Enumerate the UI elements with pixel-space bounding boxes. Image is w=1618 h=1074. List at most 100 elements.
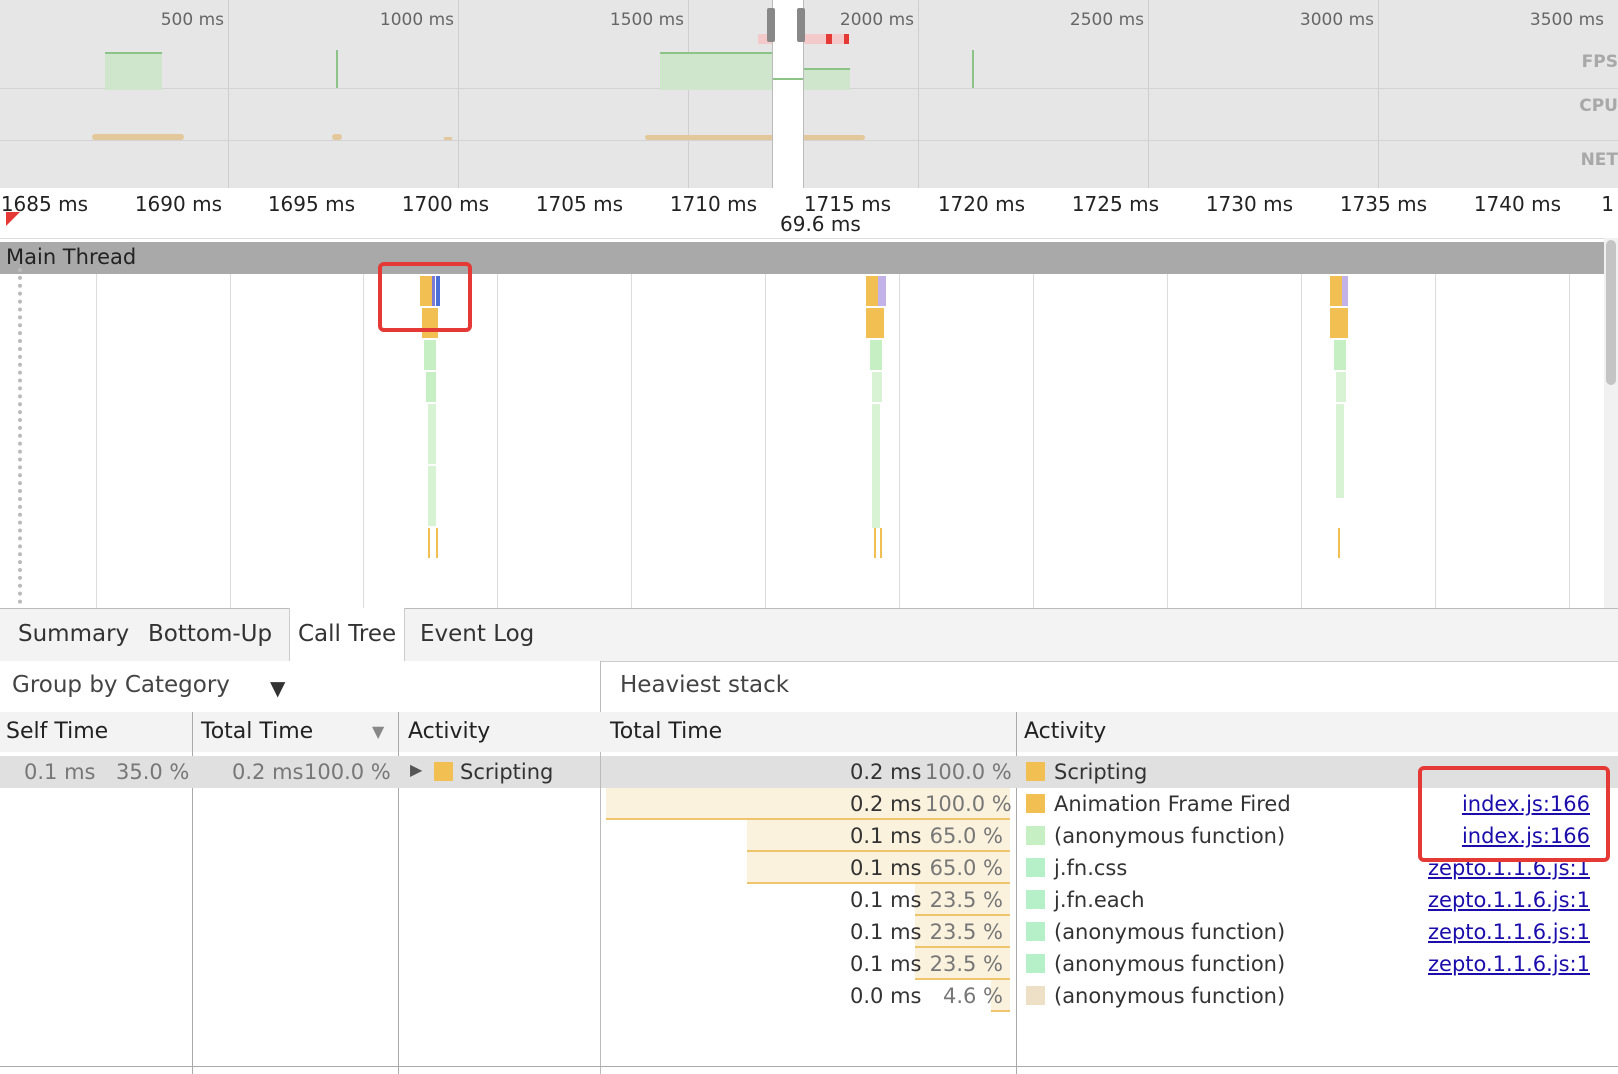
flame-event[interactable] <box>866 276 878 306</box>
fps-bar <box>105 52 162 90</box>
flame-chart[interactable] <box>0 274 1604 608</box>
fps-lane-label: FPS <box>1581 52 1618 72</box>
source-link[interactable]: zepto.1.1.6.js:1 <box>1428 952 1590 976</box>
stack-activity-name: Animation Frame Fired <box>1054 792 1291 816</box>
fps-bar <box>336 50 338 88</box>
cpu-activity <box>92 134 184 140</box>
heaviest-stack-title: Heaviest stack <box>620 672 790 698</box>
col-self-time[interactable]: Self Time <box>0 712 198 752</box>
long-frame-marker <box>844 34 849 44</box>
annotation-highlight-box <box>1418 766 1610 862</box>
stack-total-ms: 0.2 ms <box>850 792 922 816</box>
fps-bar <box>972 50 974 88</box>
ruler-tick: 1725 ms <box>1071 192 1159 216</box>
frame-marker-line <box>18 268 22 604</box>
stack-activity-name: (anonymous function) <box>1054 920 1286 944</box>
fps-bar <box>660 52 772 90</box>
overview-gridline <box>1378 0 1379 188</box>
flame-event[interactable] <box>1330 276 1342 306</box>
stack-total-pct: 65.0 % <box>929 824 1003 848</box>
flame-event[interactable] <box>872 372 882 402</box>
flame-event[interactable] <box>428 466 436 526</box>
activity-name: Scripting <box>460 760 554 784</box>
col-activity[interactable]: Activity <box>398 712 610 752</box>
flame-event[interactable] <box>1336 372 1346 402</box>
stack-total-ms: 0.1 ms <box>850 952 922 976</box>
flame-gridline <box>631 274 632 608</box>
flame-gridline <box>899 274 900 608</box>
stack-total-ms: 0.1 ms <box>850 888 922 912</box>
flame-event[interactable] <box>1342 276 1348 306</box>
net-lane-label: NET <box>1580 150 1618 170</box>
main-thread-header[interactable] <box>0 242 1604 274</box>
source-link[interactable]: zepto.1.1.6.js:1 <box>1428 888 1590 912</box>
ruler-tick: 1695 ms <box>267 192 355 216</box>
group-by-select[interactable]: Group by Category <box>12 672 230 698</box>
flame-gridline <box>363 274 364 608</box>
stack-activity-name: (anonymous function) <box>1054 824 1286 848</box>
overview-tick: 3500 ms <box>1529 10 1604 30</box>
stack-total-pct: 23.5 % <box>929 920 1003 944</box>
category-color-swatch <box>1026 858 1045 877</box>
category-color-swatch <box>1026 986 1045 1005</box>
flame-event[interactable] <box>866 308 884 338</box>
flame-event[interactable] <box>872 404 880 528</box>
annotation-highlight-box <box>378 262 472 332</box>
flame-gridline <box>1301 274 1302 608</box>
flame-event[interactable] <box>1338 528 1340 558</box>
tab-call-tree[interactable]: Call Tree <box>289 608 406 661</box>
overview-selection-window[interactable] <box>767 0 805 188</box>
flame-event[interactable] <box>874 528 876 558</box>
right-selection-handle[interactable] <box>797 8 805 42</box>
overview-gridline <box>458 0 459 188</box>
col-activity[interactable]: Activity <box>1024 712 1324 752</box>
category-color-swatch <box>434 762 453 781</box>
stack-total-ms: 0.1 ms <box>850 856 922 880</box>
category-color-swatch <box>1026 922 1045 941</box>
flame-event[interactable] <box>428 404 436 464</box>
col-total-time[interactable]: Total Time <box>610 712 1010 752</box>
ruler-tick: 1 <box>1601 192 1614 216</box>
sort-descending-icon: ▼ <box>372 722 385 741</box>
flame-event[interactable] <box>880 528 882 558</box>
panel-bottom-border <box>0 1066 1618 1067</box>
stack-total-pct: 4.6 % <box>942 984 1003 1008</box>
overview-tick: 1000 ms <box>379 10 454 30</box>
flame-gridline <box>765 274 766 608</box>
left-selection-handle[interactable] <box>767 8 775 42</box>
cpu-lane-label: CPU <box>1579 96 1618 116</box>
flame-event[interactable] <box>436 528 438 558</box>
self-pct: 35.0 % <box>116 760 190 784</box>
overview-gridline <box>1148 0 1149 188</box>
stack-activity-name: j.fn.css <box>1054 856 1128 880</box>
category-color-swatch <box>1026 890 1045 909</box>
flame-event[interactable] <box>878 276 886 306</box>
stack-total-ms: 0.2 ms <box>850 760 922 784</box>
expand-triangle-icon[interactable]: ▶ <box>410 760 422 779</box>
ruler-tick: 1730 ms <box>1205 192 1293 216</box>
flame-event[interactable] <box>424 340 436 370</box>
overview-tick: 500 ms <box>160 10 224 30</box>
ruler-tick: 1735 ms <box>1339 192 1427 216</box>
scrollbar-thumb[interactable] <box>1606 240 1616 385</box>
main-thread-title: Main Thread <box>6 245 137 269</box>
chevron-down-icon[interactable]: ▼ <box>270 676 285 700</box>
source-link[interactable]: zepto.1.1.6.js:1 <box>1428 920 1590 944</box>
flame-event[interactable] <box>1330 308 1348 338</box>
stack-total-pct: 100.0 % <box>925 760 1012 784</box>
tab-summary[interactable]: Summary <box>10 608 137 660</box>
timeline-overview[interactable]: 500 ms 1000 ms 1500 ms 2000 ms 2500 ms 3… <box>0 0 1618 189</box>
flame-event[interactable] <box>1334 340 1346 370</box>
tab-event-log[interactable]: Event Log <box>412 608 542 660</box>
col-total-time[interactable]: Total Time <box>193 712 401 752</box>
flame-event[interactable] <box>428 528 430 558</box>
overview-tick: 1500 ms <box>609 10 684 30</box>
flame-event[interactable] <box>870 340 882 370</box>
stack-activity-name: (anonymous function) <box>1054 952 1286 976</box>
flame-event[interactable] <box>1336 404 1344 498</box>
stack-total-ms: 0.1 ms <box>850 920 922 944</box>
tab-bottom-up[interactable]: Bottom-Up <box>140 608 280 660</box>
stack-total-pct: 100.0 % <box>925 792 1012 816</box>
selection-duration: 69.6 ms <box>780 212 861 236</box>
flame-event[interactable] <box>426 372 436 402</box>
